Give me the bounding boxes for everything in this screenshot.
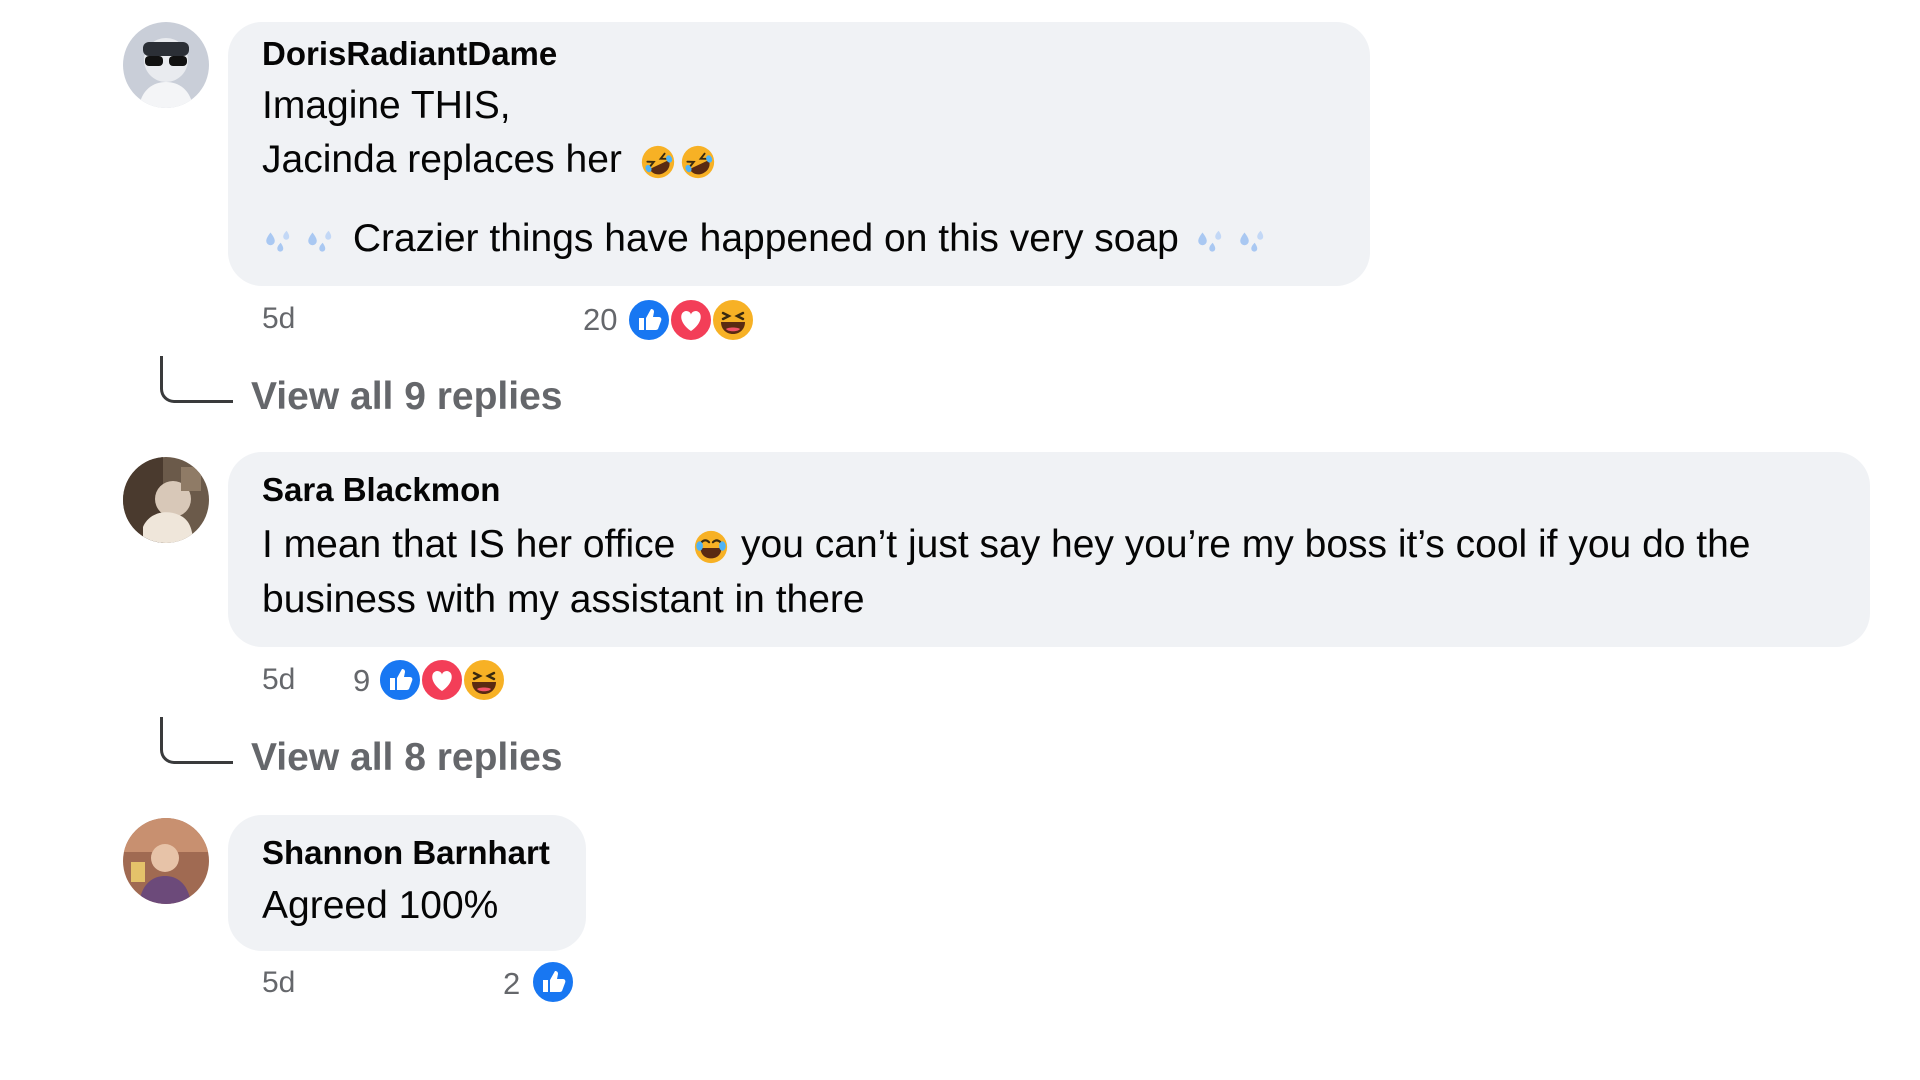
- reaction-icons[interactable]: [531, 960, 579, 1004]
- comment-text-line: I mean that IS her office you can’t just…: [262, 523, 1751, 567]
- comment-text: Crazier things have happened on this ver…: [352, 217, 1179, 260]
- sweat-droplets-icon: [304, 224, 338, 258]
- comment-text: I mean that IS her office: [262, 523, 676, 566]
- reaction-count[interactable]: 20: [583, 302, 617, 338]
- sweat-droplets-icon: [262, 224, 296, 258]
- comment-text-line: business with my assistant in there: [262, 578, 865, 621]
- comment-text-line: Crazier things have happened on this ver…: [262, 217, 1274, 261]
- reaction-icons[interactable]: [378, 658, 510, 702]
- rofl-emoji-icon: [679, 143, 717, 181]
- sweat-droplets-icon: [1194, 224, 1228, 258]
- comment-author[interactable]: Sara Blackmon: [262, 471, 500, 509]
- like-icon: [378, 658, 422, 702]
- reply-thread-connector: [160, 356, 233, 403]
- love-icon: [669, 298, 713, 342]
- comment-text: you can’t just say hey you’re my boss it…: [741, 523, 1751, 566]
- comment-author[interactable]: Shannon Barnhart: [262, 834, 550, 872]
- avatar[interactable]: [123, 457, 209, 543]
- reaction-count[interactable]: 2: [503, 966, 520, 1002]
- comment-timestamp[interactable]: 5d: [262, 302, 295, 336]
- comment-text-line: Agreed 100%: [262, 884, 499, 927]
- rofl-emoji-icon: [639, 143, 677, 181]
- reaction-count[interactable]: 9: [353, 663, 370, 699]
- avatar[interactable]: [123, 818, 209, 904]
- comment-author[interactable]: DorisRadiantDame: [262, 35, 557, 73]
- comment-text-line: Jacinda replaces her: [262, 138, 717, 182]
- sweat-droplets-icon: [1236, 224, 1270, 258]
- reaction-icons[interactable]: [627, 298, 759, 342]
- comment-text: Jacinda replaces her: [262, 138, 622, 181]
- view-replies-link[interactable]: View all 8 replies: [251, 736, 562, 780]
- avatar[interactable]: [123, 22, 209, 108]
- comment-timestamp[interactable]: 5d: [262, 663, 295, 697]
- like-icon: [627, 298, 671, 342]
- reply-thread-connector: [160, 717, 233, 764]
- love-icon: [420, 658, 464, 702]
- comment-timestamp[interactable]: 5d: [262, 966, 295, 1000]
- like-icon: [531, 960, 575, 1004]
- haha-icon: [462, 658, 506, 702]
- view-replies-link[interactable]: View all 9 replies: [251, 375, 562, 419]
- joy-emoji-icon: [692, 528, 730, 566]
- comment-text-line: Imagine THIS,: [262, 84, 511, 127]
- haha-icon: [711, 298, 755, 342]
